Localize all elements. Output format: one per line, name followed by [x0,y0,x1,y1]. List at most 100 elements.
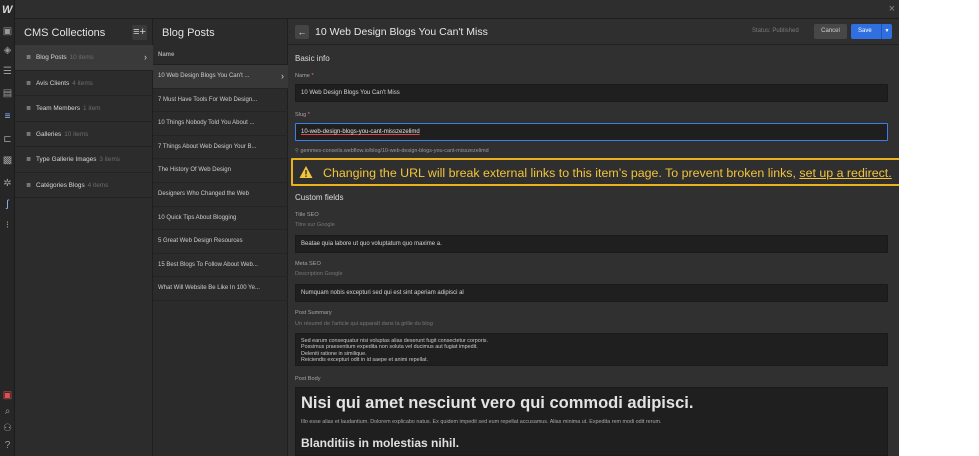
list-item[interactable]: What Will Website Be Like In 100 Ye... [153,277,288,301]
audit-icon[interactable]: ▣ [2,390,13,401]
url-preview: ⚲ gemmes-conseils.webflow.io/blog/10-web… [295,148,489,154]
users-icon[interactable]: ⚇ [2,423,13,434]
search-icon[interactable]: ⌕ [2,406,13,417]
item-name: 15 Best Blogs To Follow About Web... [158,261,258,268]
body-heading-1: Nisi qui amet nesciunt vero qui commodi … [301,394,694,412]
basic-info-heading: Basic info [295,54,330,63]
list-item[interactable]: 15 Best Blogs To Follow About Web... [153,254,288,278]
meta-seo-help: Description Google [295,271,343,277]
editor-title: 10 Web Design Blogs You Can't Miss [315,26,488,38]
cms-icon[interactable]: ≡ [2,111,13,122]
list-item[interactable]: 5 Great Web Design Resources [153,230,288,254]
collections-title: CMS Collections [24,27,106,39]
left-toolbar: W ▣ ◈ ☰ ▤ ≡ ⊏ ▩ ✲ ʃ ⁝ ▣ ⌕ ⚇ ? [0,0,15,456]
back-arrow-icon[interactable]: ← [295,25,309,39]
save-label: Save [858,28,872,34]
name-label: Name * [295,73,314,79]
url-slug: 10-web-design-blogs-you-cant-misszezelim… [381,148,489,154]
items-list: 10 Web Design Blogs You Can't ... › 7 Mus… [153,65,288,301]
navigator-icon[interactable]: ☰ [2,66,13,77]
title-seo-field[interactable]: Beatae quia labore ut quo voluptatum quo… [295,235,888,253]
title-seo-help: Titre sur Google [295,222,335,228]
database-icon: ≣ [26,157,32,163]
collection-name: Catégories Blogs [36,181,85,189]
database-icon: ≣ [26,131,32,138]
item-name: 5 Great Web Design Resources [158,238,243,245]
list-item[interactable]: 7 Must Have Tools For Web Design... [153,89,288,113]
ecommerce-icon[interactable]: ⊏ [2,134,13,145]
post-summary-label: Post Summary [295,310,332,316]
collection-count: 3 items [99,156,120,163]
database-icon: ≣ [26,80,32,87]
url-change-warning: Changing the URL will break external lin… [291,158,899,186]
warning-message: Changing the URL will break external lin… [323,166,892,180]
list-item[interactable]: The History Of Web Design [153,159,288,183]
post-summary-help: Un résumé de l'article qui apparaît dans… [295,321,433,327]
post-body-label: Post Body [295,376,321,382]
collection-item-categories-blogs[interactable]: ≣ Catégories Blogs 4 items [15,173,153,198]
collections-list: ≣ Blog Posts 10 items › ≣ Avis Clients 4 ite… [15,45,153,198]
cancel-button[interactable]: Cancel [814,24,847,39]
meta-seo-label: Meta SEO [295,261,321,267]
name-field[interactable]: 10 Web Design Blogs You Can't Miss [295,84,888,102]
collections-panel: CMS Collections ≡+ ≣ Blog Posts 10 items ›… [15,19,153,456]
collection-count: 4 items [72,79,93,87]
database-icon: ≣ [26,106,32,112]
items-panel: Blog Posts Name 10 Web Design Blogs You … [153,19,288,456]
close-icon[interactable]: × [889,3,895,15]
settings-icon[interactable]: ✲ [2,178,13,189]
item-name: 7 Things About Web Design Your B... [158,143,257,150]
editor-header: ← 10 Web Design Blogs You Can't Miss Sta… [288,19,899,45]
post-summary-field[interactable]: Sed earum consequatur nisi voluptas alia… [295,333,888,366]
list-item[interactable]: Designers Who Changed the Web [153,183,288,207]
status-text: Status: Published [752,28,799,34]
slug-label: Slug * [295,112,310,118]
item-name: Designers Who Changed the Web [158,190,249,197]
collection-count: 4 items [87,181,109,189]
collection-item-type-gallerie-images[interactable]: ≣ Type Gallerie Images 3 items [15,147,153,173]
collection-name: Galleries [36,130,62,138]
collection-name: Type Gallerie Images [36,156,97,163]
item-name: 7 Must Have Tools For Web Design... [158,96,258,103]
database-icon: ≣ [26,55,32,61]
meta-seo-field[interactable]: Numquam nobis excepturi sed qui est sint… [295,284,888,302]
list-item[interactable]: 7 Things About Web Design Your B... [153,136,288,160]
item-name: 10 Things Nobody Told You About ... [158,120,255,127]
logic-icon[interactable]: ⁝ [2,220,13,231]
item-name: 10 Web Design Blogs You Can't ... [158,73,250,79]
collection-name: Blog Posts [36,54,67,61]
title-seo-label: Title SEO [295,212,319,218]
set-up-redirect-link[interactable]: set up a redirect. [799,166,891,180]
item-editor: ← 10 Web Design Blogs You Can't Miss Sta… [288,19,899,456]
items-panel-title: Blog Posts [162,27,215,39]
list-item[interactable]: 10 Web Design Blogs You Can't ... › [153,65,288,89]
item-name: The History Of Web Design [158,167,231,174]
webflow-logo-icon[interactable]: W [2,4,12,16]
cube-icon[interactable]: ◈ [2,45,13,56]
assets-icon[interactable]: ▩ [2,155,13,166]
collection-count: 10 items [69,54,94,61]
name-column-header[interactable]: Name [153,45,288,65]
slug-field[interactable]: 10-web-design-blogs-you-cant-misszezelim… [295,123,888,141]
collection-name: Team Members [36,105,81,112]
add-collection-button[interactable]: ≡+ [132,25,147,40]
summary-line: Reiciendis excepturi odit in id saepe et… [301,356,429,363]
webflow-designer: W ▣ ◈ ☰ ▤ ≡ ⊏ ▩ ✲ ʃ ⁝ ▣ ⌕ ⚇ ? × CMS Coll… [0,0,899,456]
collection-item-blog-posts[interactable]: ≣ Blog Posts 10 items › [15,45,153,71]
chevron-down-icon[interactable]: ▼ [881,24,892,39]
list-item[interactable]: 10 Quick Tips About Blogging [153,207,288,231]
custom-fields-heading: Custom fields [295,193,344,202]
collection-item-team-members[interactable]: ≣ Team Members 1 item [15,96,153,122]
add-icon[interactable]: ▣ [2,26,13,37]
collection-item-avis-clients[interactable]: ≣ Avis Clients 4 items [15,71,153,96]
list-item[interactable]: 10 Things Nobody Told You About ... [153,112,288,136]
collection-item-galleries[interactable]: ≣ Galleries 10 items [15,122,153,147]
body-paragraph: Illo esse alias et laudantium. Dolorem e… [301,419,662,425]
collection-count: 10 items [64,130,89,138]
help-icon[interactable]: ? [2,440,13,451]
pages-icon[interactable]: ▤ [2,88,13,99]
interactions-icon[interactable]: ʃ [2,199,13,210]
post-body-editor[interactable]: Nisi qui amet nesciunt vero qui commodi … [295,387,888,456]
save-button[interactable]: Save ▼ [851,24,892,39]
collection-name: Avis Clients [36,79,70,87]
